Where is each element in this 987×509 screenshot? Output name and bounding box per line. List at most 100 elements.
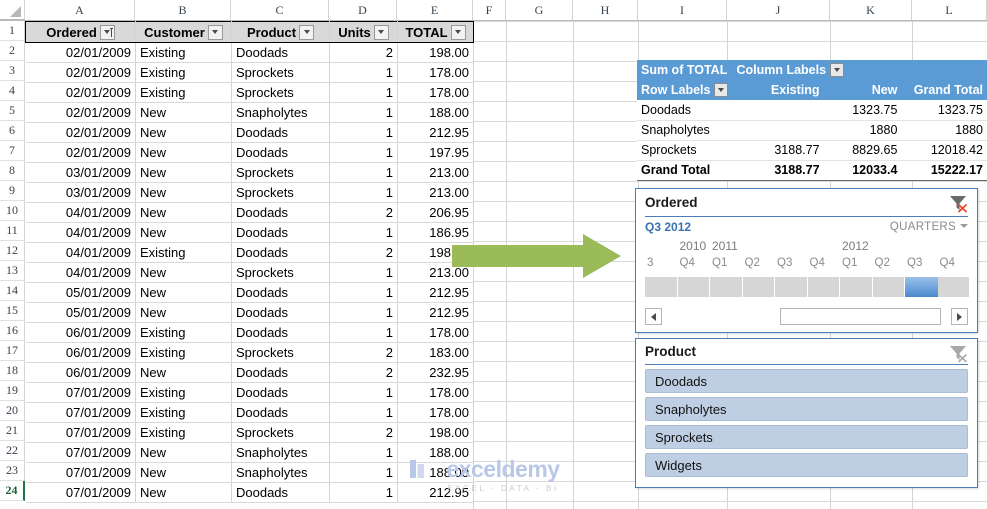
- cell-units[interactable]: 1: [329, 402, 398, 423]
- row-header-23[interactable]: 23: [0, 461, 25, 481]
- cell-units[interactable]: 1: [329, 262, 398, 283]
- column-header-c[interactable]: C: [231, 0, 329, 20]
- cell-ordered[interactable]: 04/01/2009: [25, 262, 136, 283]
- cell-customer[interactable]: New: [135, 302, 232, 323]
- cell-total[interactable]: 198.00: [397, 42, 474, 63]
- cell-ordered[interactable]: 07/01/2009: [25, 422, 136, 443]
- cell-ordered[interactable]: 07/01/2009: [25, 442, 136, 463]
- cell-customer[interactable]: Existing: [135, 62, 232, 83]
- cell-product[interactable]: Doodads: [231, 242, 330, 263]
- cell-units[interactable]: 1: [329, 162, 398, 183]
- cell-total[interactable]: 206.95: [397, 202, 474, 223]
- table-row[interactable]: 06/01/2009 Existing Doodads 1 178.00: [25, 322, 474, 343]
- cell-customer[interactable]: Existing: [135, 82, 232, 103]
- cell-units[interactable]: 1: [329, 122, 398, 143]
- table-row[interactable]: 07/01/2009 Existing Sprockets 2 198.00: [25, 422, 474, 443]
- cell-units[interactable]: 1: [329, 222, 398, 243]
- cell-ordered[interactable]: 06/01/2009: [25, 342, 136, 363]
- pivot-column-filter-button[interactable]: [830, 63, 845, 77]
- column-header-j[interactable]: J: [727, 0, 830, 20]
- cell-units[interactable]: 1: [329, 382, 398, 403]
- column-header-a[interactable]: A: [25, 0, 135, 20]
- cell-product[interactable]: Doodads: [231, 322, 330, 343]
- cell-customer[interactable]: New: [135, 442, 232, 463]
- cell-product[interactable]: Doodads: [231, 382, 330, 403]
- cell-product[interactable]: Doodads: [231, 42, 330, 63]
- column-header-units[interactable]: Units: [329, 21, 398, 43]
- row-header-21[interactable]: 21: [0, 421, 25, 441]
- cell-units[interactable]: 2: [329, 202, 398, 223]
- slicer-item[interactable]: Sprockets: [645, 425, 968, 449]
- cell-total[interactable]: 178.00: [397, 382, 474, 403]
- pivot-row[interactable]: Sprockets 3188.77 8829.65 12018.42: [637, 140, 987, 161]
- cell-total[interactable]: 183.00: [397, 342, 474, 363]
- cell-product[interactable]: Doodads: [231, 222, 330, 243]
- column-header-i[interactable]: I: [638, 0, 727, 20]
- row-header-9[interactable]: 9: [0, 181, 25, 201]
- cell-total[interactable]: 198.00: [397, 242, 474, 263]
- cell-ordered[interactable]: 02/01/2009: [25, 62, 136, 83]
- column-header-l[interactable]: L: [912, 0, 987, 20]
- column-header-h[interactable]: H: [573, 0, 638, 20]
- cell-customer[interactable]: Existing: [135, 422, 232, 443]
- cell-product[interactable]: Snapholytes: [231, 442, 330, 463]
- table-row[interactable]: 07/01/2009 Existing Doodads 1 178.00: [25, 402, 474, 423]
- column-header-k[interactable]: K: [830, 0, 912, 20]
- cell-total[interactable]: 188.00: [397, 102, 474, 123]
- timeline-scroll-right-button[interactable]: [951, 308, 968, 325]
- row-header-1[interactable]: 1: [0, 21, 25, 41]
- cell-product[interactable]: Sprockets: [231, 162, 330, 183]
- cell-total[interactable]: 178.00: [397, 82, 474, 103]
- cell-customer[interactable]: New: [135, 462, 232, 483]
- clear-filter-icon-slicer[interactable]: [947, 343, 969, 363]
- column-header-ordered[interactable]: Ordered: [25, 21, 136, 43]
- row-header-14[interactable]: 14: [0, 281, 25, 301]
- cell-total[interactable]: 213.00: [397, 262, 474, 283]
- column-header-product[interactable]: Product: [231, 21, 330, 43]
- table-row[interactable]: 02/01/2009 New Doodads 1 212.95: [25, 122, 474, 143]
- cell-product[interactable]: Doodads: [231, 402, 330, 423]
- cell-units[interactable]: 1: [329, 82, 398, 103]
- cell-ordered[interactable]: 02/01/2009: [25, 142, 136, 163]
- slicer-product[interactable]: Product Doodads Snapholytes Sprockets Widge…: [635, 338, 978, 488]
- timeline-scroll-left-button[interactable]: [645, 308, 662, 325]
- cell-total[interactable]: 178.00: [397, 322, 474, 343]
- table-row[interactable]: 05/01/2009 New Doodads 1 212.95: [25, 282, 474, 303]
- row-header-17[interactable]: 17: [0, 341, 25, 361]
- cell-customer[interactable]: Existing: [135, 42, 232, 63]
- cell-product[interactable]: Doodads: [231, 202, 330, 223]
- cell-customer[interactable]: New: [135, 142, 232, 163]
- cell-total[interactable]: 213.00: [397, 162, 474, 183]
- cell-units[interactable]: 1: [329, 322, 398, 343]
- timeline-block-unselected[interactable]: [677, 277, 710, 297]
- cell-product[interactable]: Sprockets: [231, 82, 330, 103]
- row-header-20[interactable]: 20: [0, 401, 25, 421]
- pivot-row-labels-cell[interactable]: Row Labels: [637, 80, 733, 100]
- timeline-period-blocks[interactable]: [645, 277, 970, 297]
- cell-customer[interactable]: New: [135, 282, 232, 303]
- cell-product[interactable]: Sprockets: [231, 62, 330, 83]
- column-header-customer[interactable]: Customer: [135, 21, 232, 43]
- cell-customer[interactable]: New: [135, 102, 232, 123]
- pivot-row[interactable]: Snapholytes 1880 1880: [637, 120, 987, 141]
- cell-units[interactable]: 1: [329, 62, 398, 83]
- column-header-e[interactable]: E: [397, 0, 473, 20]
- row-header-8[interactable]: 8: [0, 161, 25, 181]
- table-row[interactable]: 07/01/2009 New Snapholytes 1 188.00: [25, 462, 474, 483]
- cell-total[interactable]: 188.00: [397, 442, 474, 463]
- table-row[interactable]: 03/01/2009 New Sprockets 1 213.00: [25, 162, 474, 183]
- clear-filter-icon-timeline[interactable]: [947, 193, 969, 213]
- table-row[interactable]: 04/01/2009 New Doodads 2 206.95: [25, 202, 474, 223]
- cell-product[interactable]: Sprockets: [231, 182, 330, 203]
- cell-units[interactable]: 1: [329, 462, 398, 483]
- cell-product[interactable]: Doodads: [231, 302, 330, 323]
- table-row[interactable]: 04/01/2009 Existing Doodads 2 198.00: [25, 242, 474, 263]
- cell-units[interactable]: 1: [329, 442, 398, 463]
- row-header-7[interactable]: 7: [0, 141, 25, 161]
- cell-ordered[interactable]: 02/01/2009: [25, 102, 136, 123]
- timeline-block-unselected[interactable]: [872, 277, 905, 297]
- slicer-item[interactable]: Doodads: [645, 369, 968, 393]
- cell-total[interactable]: 212.95: [397, 302, 474, 323]
- table-row[interactable]: 02/01/2009 New Snapholytes 1 188.00: [25, 102, 474, 123]
- cell-units[interactable]: 1: [329, 142, 398, 163]
